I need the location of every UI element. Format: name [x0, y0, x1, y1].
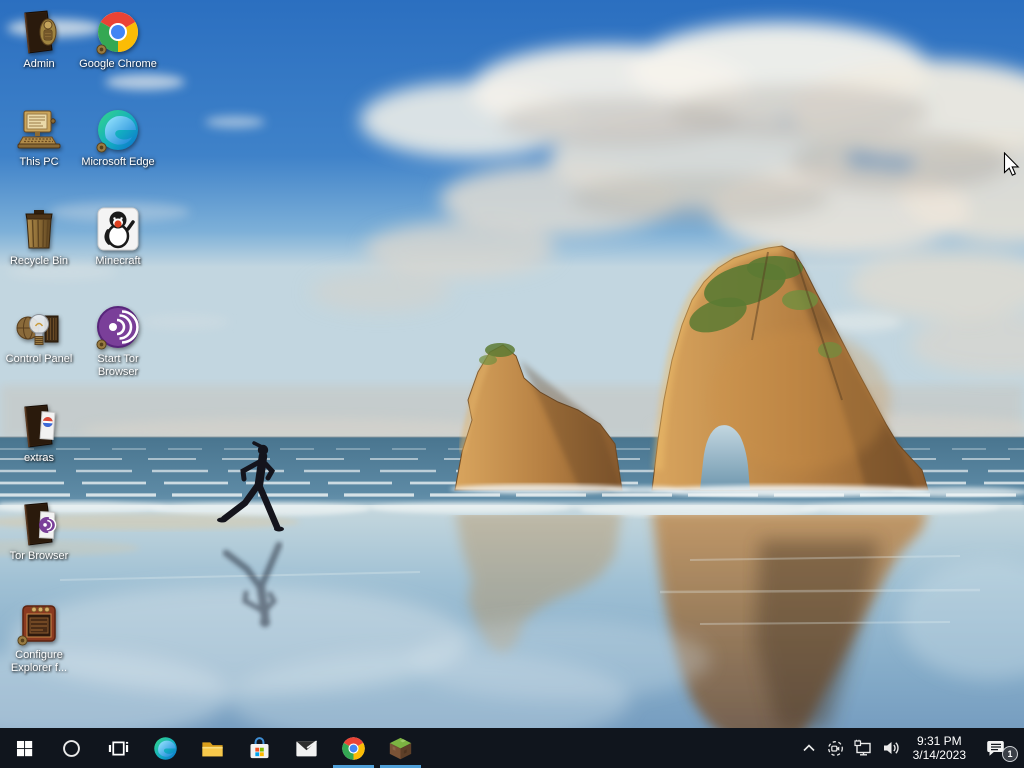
meet-now-button[interactable]: [822, 728, 849, 768]
desktop-icon-label: This PC: [19, 156, 59, 168]
network-button[interactable]: [849, 728, 877, 768]
minecraft-block-icon: [387, 735, 414, 762]
desktop[interactable]: Admin Google Chrome This PC Microsoft Ed…: [0, 0, 1024, 728]
cortana-circle-icon: [61, 738, 82, 759]
task-view-button[interactable]: [95, 728, 142, 768]
desktop-icon-label: Recycle Bin: [9, 255, 69, 267]
recycle-bin-icon: [15, 205, 63, 253]
edge-icon: [96, 106, 142, 153]
tray-date: 3/14/2023: [912, 748, 966, 762]
folder-extras-icon: [15, 402, 63, 450]
desktop-icon-microsoft-edge[interactable]: Microsoft Edge: [79, 106, 157, 169]
edge-icon: [152, 735, 179, 762]
control-panel-icon: [15, 303, 63, 351]
network-icon: [854, 739, 872, 757]
desktop-icon-label: Control Panel: [5, 353, 73, 365]
desktop-icon-minecraft[interactable]: Minecraft: [79, 205, 157, 268]
tray-overflow-button[interactable]: [796, 728, 822, 768]
desktop-icon-label: Configure Explorer f...: [10, 649, 68, 674]
desktop-icon-google-chrome[interactable]: Google Chrome: [79, 8, 157, 71]
cortana-search-button[interactable]: [48, 728, 95, 768]
tray-clock[interactable]: 9:31 PM 3/14/2023: [905, 734, 974, 762]
notification-badge: 1: [1002, 746, 1018, 762]
minecraft-penguin-icon: [94, 205, 142, 253]
desktop-icon-admin[interactable]: Admin: [0, 8, 78, 71]
taskbar: 9:31 PM 3/14/2023 1: [0, 728, 1024, 768]
desktop-icon-control-panel[interactable]: Control Panel: [0, 303, 78, 366]
taskbar-app-chrome[interactable]: [330, 728, 377, 768]
desktop-icon-label: Admin: [23, 58, 55, 70]
taskbar-app-microsoft-store[interactable]: [236, 728, 283, 768]
admin-folder-icon: [15, 8, 63, 56]
chrome-icon: [340, 735, 367, 762]
store-bag-icon: [246, 735, 273, 762]
desktop-icon-start-tor-browser[interactable]: Start Tor Browser: [79, 303, 157, 379]
chrome-icon: [96, 8, 142, 55]
desktop-icon-label: Minecraft: [95, 255, 141, 267]
chevron-up-icon: [801, 740, 817, 756]
task-view-icon: [108, 738, 129, 759]
tray-time: 9:31 PM: [916, 734, 962, 748]
desktop-icon-label: Tor Browser: [9, 550, 69, 562]
tor-onion-icon: [96, 303, 142, 350]
configure-explorer-icon: [17, 599, 63, 646]
meet-now-icon: [827, 740, 844, 757]
desktop-icon-label: Microsoft Edge: [81, 156, 155, 168]
desktop-icon-label: Start Tor Browser: [97, 353, 139, 378]
desktop-icon-label: Google Chrome: [79, 58, 157, 70]
taskbar-app-file-explorer[interactable]: [189, 728, 236, 768]
taskbar-app-mail[interactable]: [283, 728, 330, 768]
this-pc-icon: [15, 106, 63, 154]
system-tray: 9:31 PM 3/14/2023 1: [796, 728, 1024, 768]
folder-tor-icon: [15, 500, 63, 548]
desktop-icon-tor-browser[interactable]: Tor Browser: [0, 500, 78, 563]
file-explorer-icon: [199, 735, 226, 762]
volume-icon: [882, 739, 900, 757]
taskbar-app-edge[interactable]: [142, 728, 189, 768]
volume-button[interactable]: [877, 728, 905, 768]
desktop-icon-this-pc[interactable]: This PC: [0, 106, 78, 169]
desktop-icon-recycle-bin[interactable]: Recycle Bin: [0, 205, 78, 268]
action-center-button[interactable]: 1: [974, 728, 1018, 768]
windows-start-icon: [15, 739, 34, 758]
start-button[interactable]: [0, 728, 48, 768]
desktop-icon-label: extras: [24, 452, 54, 464]
desktop-icon-configure-explorer[interactable]: Configure Explorer f...: [0, 599, 78, 675]
mail-envelope-icon: [293, 735, 320, 762]
desktop-icon-extras[interactable]: extras: [0, 402, 78, 465]
taskbar-app-minecraft[interactable]: [377, 728, 424, 768]
